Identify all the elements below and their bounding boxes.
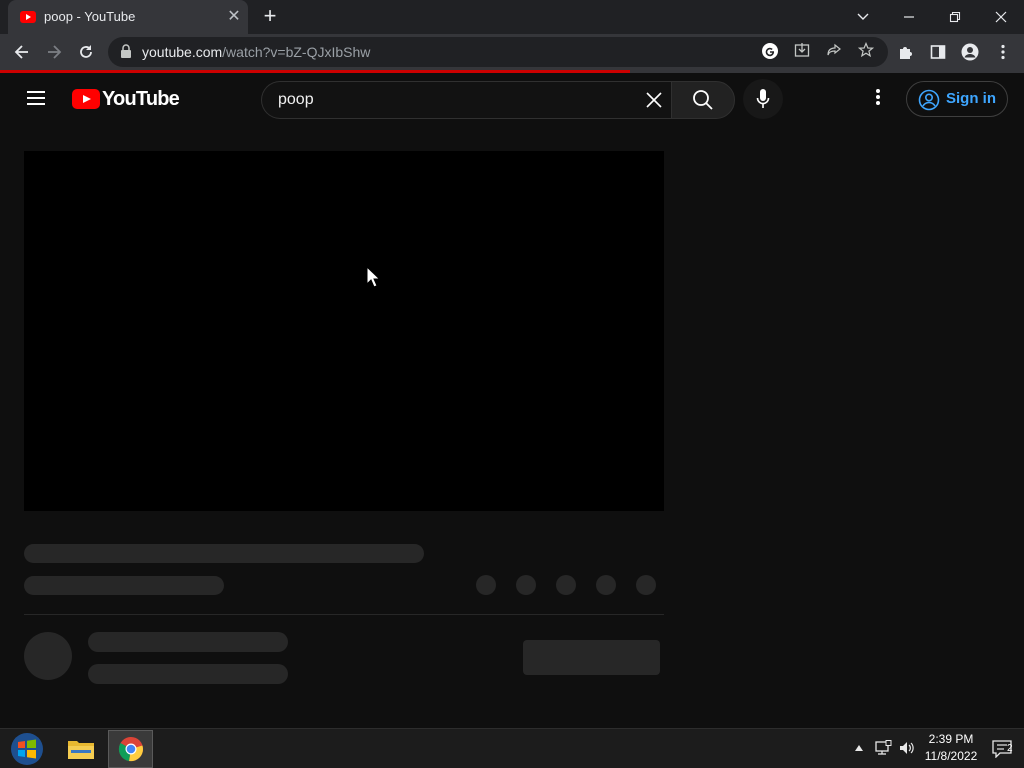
side-panel-button[interactable] <box>924 38 952 66</box>
restore-icon <box>949 11 961 23</box>
reload-icon <box>80 45 92 58</box>
youtube-masthead: YouTube poop Sign in <box>0 73 1024 125</box>
share-icon <box>827 43 841 56</box>
extensions-button[interactable] <box>892 38 920 66</box>
hamburger-icon-bar <box>27 97 45 99</box>
folder-icon <box>68 741 94 759</box>
chevron-up-icon <box>855 745 863 751</box>
youtube-wordmark: YouTube <box>102 88 180 110</box>
clock-time[interactable]: 2:39 PM <box>920 732 982 746</box>
forward-button[interactable] <box>40 38 68 66</box>
action-button-skeleton <box>476 575 496 595</box>
subscribe-button-skeleton <box>523 640 660 675</box>
side-panel-icon <box>930 45 946 59</box>
new-tab-button[interactable]: + <box>258 5 282 29</box>
sign-in-label: Sign in <box>946 90 996 107</box>
action-button-skeleton <box>596 575 616 595</box>
video-info-skeleton <box>24 576 224 595</box>
dot-icon <box>876 89 880 93</box>
url-text[interactable]: youtube.com/watch?v=bZ-QJxIbShw <box>142 44 370 60</box>
channel-avatar-skeleton <box>24 632 72 680</box>
install-icon <box>794 43 810 57</box>
search-icon <box>693 90 713 110</box>
network-icon <box>875 740 892 755</box>
profile-button[interactable] <box>956 38 984 66</box>
settings-menu-button[interactable] <box>866 87 890 111</box>
sign-in-button[interactable]: Sign in <box>906 81 1008 117</box>
dot-icon <box>876 95 880 99</box>
star-icon <box>857 41 875 58</box>
chrome-taskbar-button[interactable] <box>108 730 153 768</box>
tab-close-button[interactable]: ✕ <box>224 7 244 27</box>
url-host: youtube.com <box>142 44 223 60</box>
file-explorer-taskbar-button[interactable] <box>60 732 102 766</box>
action-button-skeleton <box>636 575 656 595</box>
mouse-cursor-icon <box>366 266 380 288</box>
arrow-left-icon <box>14 45 28 59</box>
share-button[interactable] <box>824 42 844 62</box>
channel-name-skeleton <box>88 632 288 652</box>
hamburger-icon-bar <box>27 91 45 93</box>
video-player[interactable] <box>24 151 664 511</box>
chrome-menu-button[interactable] <box>989 38 1017 66</box>
guide-menu-button[interactable] <box>22 87 50 111</box>
action-button-skeleton <box>556 575 576 595</box>
minimize-icon <box>904 16 914 18</box>
content-divider <box>24 614 664 615</box>
install-app-button[interactable] <box>792 42 812 62</box>
start-button[interactable] <box>6 732 48 766</box>
puzzle-icon <box>900 47 912 59</box>
windows-logo-icon <box>11 733 43 765</box>
minimize-button[interactable] <box>886 0 932 34</box>
profile-icon <box>961 43 979 61</box>
voice-search-button[interactable] <box>743 79 783 119</box>
tab-search-dropdown-button[interactable] <box>840 0 886 34</box>
chevron-down-icon <box>857 13 869 20</box>
youtube-play-icon <box>72 89 100 109</box>
show-hidden-icons-button[interactable] <box>848 737 870 759</box>
browser-toolbar: youtube.com/watch?v=bZ-QJxIbShw <box>0 34 1024 70</box>
reload-button[interactable] <box>72 38 100 66</box>
bookmark-button[interactable] <box>856 41 876 62</box>
tab-title: poop - YouTube <box>44 9 136 24</box>
close-icon <box>995 11 1007 23</box>
restore-button[interactable] <box>932 0 978 34</box>
chrome-icon <box>118 737 143 762</box>
back-button[interactable] <box>8 38 36 66</box>
browser-tab[interactable]: poop - YouTube ✕ <box>8 0 248 34</box>
microphone-icon <box>756 89 770 108</box>
network-button[interactable] <box>872 737 894 759</box>
address-bar[interactable]: youtube.com/watch?v=bZ-QJxIbShw <box>108 37 888 67</box>
google-lens-button[interactable] <box>760 42 780 62</box>
clear-search-button[interactable] <box>644 90 664 110</box>
arrow-right-icon <box>48 45 62 59</box>
search-input[interactable]: poop <box>261 81 672 119</box>
kebab-menu-icon <box>1001 44 1005 60</box>
notification-count: 2 <box>1007 743 1013 754</box>
youtube-favicon-icon <box>20 11 36 23</box>
channel-subs-skeleton <box>88 664 288 684</box>
hamburger-icon-bar <box>27 103 45 105</box>
speaker-icon <box>900 742 914 754</box>
account-circle-icon <box>918 89 940 111</box>
search-query-text[interactable]: poop <box>278 91 314 109</box>
close-icon <box>646 92 662 108</box>
close-window-button[interactable] <box>978 0 1024 34</box>
google-icon <box>762 43 778 59</box>
action-button-skeleton <box>516 575 536 595</box>
windows-taskbar: 2:39 PM 11/8/2022 2 <box>0 728 1024 768</box>
clock-date[interactable]: 11/8/2022 <box>920 749 982 763</box>
video-title-skeleton <box>24 544 424 563</box>
url-path: /watch?v=bZ-QJxIbShw <box>222 44 371 60</box>
volume-button[interactable] <box>896 737 918 759</box>
search-button[interactable] <box>671 81 735 119</box>
lock-icon <box>121 44 131 58</box>
browser-tab-strip: poop - YouTube ✕ + <box>0 0 1024 34</box>
dot-icon <box>876 101 880 105</box>
